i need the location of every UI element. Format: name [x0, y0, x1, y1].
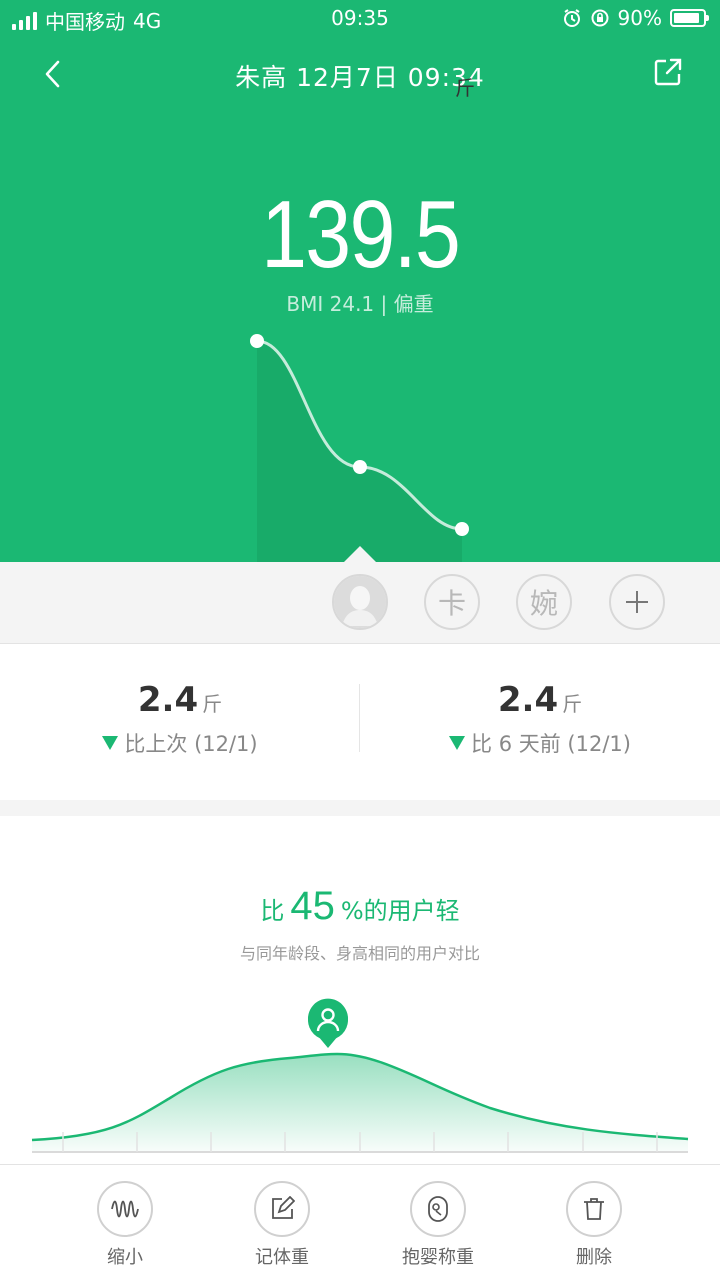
header-panel: 中国移动 4G 09:35 90% 朱高 12月7日 09:34 139.5 斤…: [0, 0, 720, 562]
alarm-icon: [563, 9, 580, 27]
page-title: 朱高 12月7日 09:34: [235, 63, 485, 92]
profile-button[interactable]: 婉: [516, 574, 572, 630]
tool-label: 抱婴称重: [402, 1247, 474, 1268]
selection-pointer: [344, 546, 376, 562]
weight-unit: 斤: [455, 76, 475, 100]
trend-point[interactable]: [353, 460, 367, 474]
change-unit: 斤: [562, 692, 583, 716]
down-triangle-icon: [449, 736, 466, 750]
trash-icon: [584, 1198, 604, 1220]
section-gap: [0, 800, 720, 816]
baby-weigh-button[interactable]: 抱婴称重: [378, 1181, 498, 1269]
status-bar: 中国移动 4G 09:35 90%: [0, 0, 720, 36]
comparison-prefix: 比: [260, 897, 285, 925]
comparison-title: 比 45 %的用户轻: [0, 884, 720, 929]
change-label: 比 6 天前 (12/1): [471, 732, 631, 756]
distribution-chart: [31, 998, 689, 1153]
change-since-6-days: 2.4 斤 比 6 天前 (12/1): [360, 680, 720, 758]
trend-area: [257, 341, 462, 562]
weight-trend-chart: [250, 334, 469, 562]
comparison-percent: 45: [290, 884, 335, 928]
change-value: 2.4: [137, 680, 199, 720]
share-icon[interactable]: [652, 56, 684, 88]
edit-icon: [272, 1196, 295, 1219]
profile-switcher: 卡 婉: [0, 546, 720, 644]
battery-percent: 90%: [617, 6, 662, 30]
tool-label: 记体重: [255, 1247, 309, 1268]
rotation-lock-icon: [591, 9, 609, 27]
profile-button[interactable]: 卡: [424, 574, 480, 630]
change-since-last: 2.4 斤 比上次 (12/1): [0, 680, 360, 758]
trend-point[interactable]: [455, 522, 469, 536]
comparison-subtitle: 与同年龄段、身高相同的用户对比: [239, 944, 480, 963]
delete-button[interactable]: 删除: [534, 1181, 654, 1269]
peer-comparison: 比 45 %的用户轻 与同年龄段、身高相同的用户对比: [0, 816, 720, 1166]
profile-avatar-current[interactable]: [332, 574, 388, 630]
user-location-icon: [308, 998, 348, 1048]
tool-label: 缩小: [107, 1247, 143, 1268]
nav-bar: 朱高 12月7日 09:34: [0, 50, 720, 98]
plus-icon: [626, 591, 648, 613]
log-weight-button[interactable]: 记体重: [222, 1181, 342, 1269]
add-profile-button[interactable]: [609, 574, 665, 630]
baby-scale-icon: [428, 1196, 448, 1222]
comparison-suffix: %的用户轻: [340, 897, 460, 925]
weight-change-stats: 2.4 斤 比上次 (12/1) 2.4 斤 比 6 天前 (12/1): [0, 644, 720, 800]
avatar: [334, 576, 386, 628]
bottom-toolbar: 缩小 记体重 抱婴称重 删除: [0, 1164, 720, 1280]
down-triangle-icon: [102, 736, 119, 750]
change-value: 2.4: [497, 680, 559, 720]
battery-icon: [670, 9, 709, 27]
change-unit: 斤: [202, 692, 223, 716]
change-label: 比上次 (12/1): [124, 732, 258, 756]
weight-display: 139.5: [0, 180, 720, 290]
wave-icon: [111, 1200, 139, 1218]
zoom-out-button[interactable]: 缩小: [65, 1181, 185, 1269]
bmi-text: BMI 24.1 | 偏重: [286, 292, 434, 316]
trend-point[interactable]: [250, 334, 264, 348]
tool-label: 删除: [576, 1247, 612, 1268]
weight-value: 139.5: [260, 181, 461, 288]
